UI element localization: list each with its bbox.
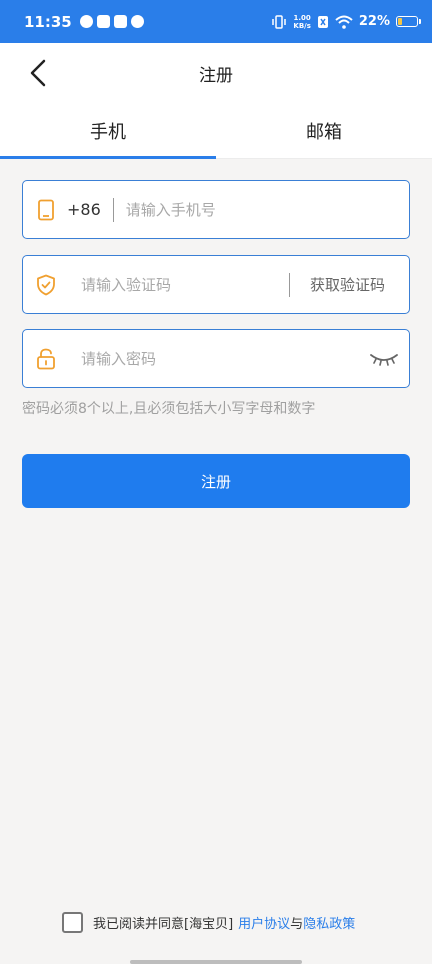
agreement-row: 我已阅读并同意[海宝贝] 用户协议 与 隐私政策 bbox=[62, 912, 355, 933]
register-button[interactable]: 注册 bbox=[22, 454, 410, 508]
divider bbox=[288, 272, 290, 297]
status-right: 1.00 KB/s 22% bbox=[271, 14, 421, 30]
notification-icons bbox=[79, 15, 144, 28]
net-speed: 1.00 KB/s bbox=[293, 14, 310, 30]
mail-icon bbox=[113, 15, 127, 28]
eye-closed-icon[interactable] bbox=[369, 349, 399, 369]
divider bbox=[112, 197, 114, 222]
wifi-icon bbox=[335, 15, 353, 29]
back-button[interactable] bbox=[18, 53, 58, 93]
battery-icon bbox=[396, 16, 421, 27]
net-speed-unit: KB/s bbox=[293, 21, 311, 30]
tab-email[interactable]: 邮箱 bbox=[216, 103, 432, 158]
status-time: 11:35 bbox=[24, 12, 72, 31]
get-code-button[interactable]: 获取验证码 bbox=[310, 274, 385, 295]
phone-icon bbox=[35, 199, 57, 221]
app-notification-icon-2 bbox=[130, 15, 144, 28]
sim-icon bbox=[317, 15, 328, 28]
user-agreement-link[interactable]: 用户协议 bbox=[238, 913, 290, 932]
agreement-checkbox[interactable] bbox=[62, 912, 83, 933]
home-indicator[interactable] bbox=[130, 960, 302, 964]
agreement-text: 我已阅读并同意[海宝贝] bbox=[93, 917, 234, 932]
phone-field[interactable]: +86 请输入手机号 bbox=[22, 180, 410, 239]
code-input[interactable]: 请输入验证码 bbox=[81, 274, 171, 295]
tab-bar: 手机 邮箱 bbox=[0, 103, 432, 159]
header: 注册 bbox=[0, 43, 432, 103]
privacy-policy-link[interactable]: 隐私政策 bbox=[303, 913, 355, 932]
app-notification-icon bbox=[79, 15, 93, 28]
battery-percent: 22% bbox=[358, 14, 390, 29]
phone-input[interactable]: 请输入手机号 bbox=[126, 199, 216, 220]
battery-fill bbox=[398, 18, 403, 25]
vibrate-icon bbox=[272, 14, 287, 29]
password-input[interactable]: 请输入密码 bbox=[81, 348, 156, 369]
password-field[interactable]: 请输入密码 bbox=[22, 329, 410, 388]
chevron-left-icon bbox=[30, 59, 46, 87]
shield-check-icon bbox=[35, 274, 57, 296]
agreement-and: 与 bbox=[290, 917, 304, 932]
code-field[interactable]: 请输入验证码 获取验证码 bbox=[22, 255, 410, 314]
tiktok-icon bbox=[96, 15, 110, 28]
page-title: 注册 bbox=[199, 65, 233, 86]
lock-icon bbox=[35, 348, 57, 370]
net-speed-value: 1.00 bbox=[293, 13, 311, 22]
password-hint: 密码必须8个以上,且必须包括大小写字母和数字 bbox=[22, 401, 316, 417]
country-code[interactable]: +86 bbox=[67, 200, 101, 219]
status-bar: 11:35 1.00 KB/s 22% bbox=[0, 0, 432, 43]
tab-phone[interactable]: 手机 bbox=[0, 103, 216, 159]
